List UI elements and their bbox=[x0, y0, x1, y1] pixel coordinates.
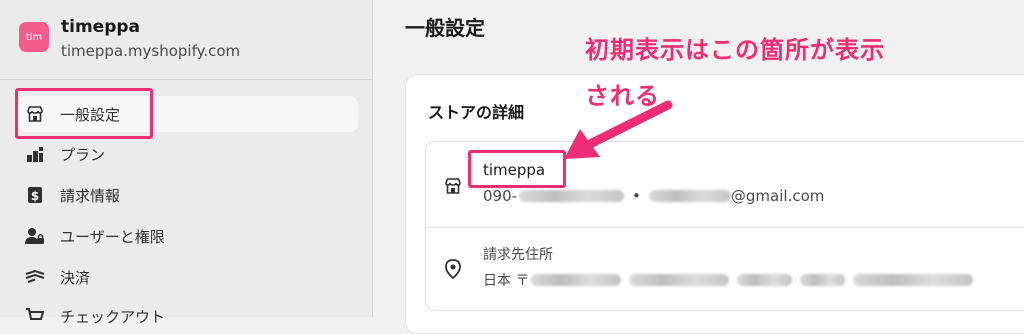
payments-icon bbox=[24, 266, 46, 288]
sidebar-item-label: ユーザーと権限 bbox=[60, 227, 165, 246]
store-domain: timeppa.myshopify.com bbox=[61, 42, 241, 60]
store-icon bbox=[24, 103, 46, 125]
billing-address-label: 請求先住所 bbox=[483, 247, 553, 263]
store-name: timeppa bbox=[61, 17, 141, 37]
address-redacted bbox=[853, 274, 974, 286]
location-pin-icon bbox=[444, 259, 462, 280]
store-icon bbox=[444, 177, 462, 195]
sidebar-item-label: 請求情報 bbox=[60, 186, 121, 205]
sidebar-item-label: プラン bbox=[60, 145, 106, 164]
annotation-arrow bbox=[564, 100, 673, 159]
sidebar-item-checkout[interactable]: チェックアウト bbox=[18, 298, 358, 334]
cart-icon bbox=[24, 305, 46, 327]
address-prefix: 日本 〒 bbox=[483, 273, 530, 289]
sidebar-item-label: 決済 bbox=[60, 268, 91, 287]
phone-redacted bbox=[519, 190, 625, 202]
page-title: 一般設定 bbox=[405, 16, 485, 40]
billing-dollar-icon: $ bbox=[24, 184, 46, 206]
address-redacted bbox=[800, 274, 846, 286]
store-details-card: ストアの詳細 timeppa 090- • @gmail.com 請求先住所 日… bbox=[405, 74, 1024, 334]
sidebar: tim timeppa timeppa.myshopify.com 一般設定 プ… bbox=[0, 0, 373, 326]
address-redacted bbox=[737, 274, 793, 286]
svg-text:$: $ bbox=[31, 189, 39, 203]
sidebar-item-plan[interactable]: プラン bbox=[18, 136, 358, 172]
card-title: ストアの詳細 bbox=[428, 103, 525, 122]
email-suffix: @gmail.com bbox=[730, 187, 825, 205]
store-switcher[interactable]: tim timeppa timeppa.myshopify.com bbox=[0, 0, 372, 80]
plan-chart-icon bbox=[24, 143, 46, 165]
email-redacted bbox=[648, 190, 731, 202]
users-icon bbox=[24, 225, 46, 247]
sidebar-item-payments[interactable]: 決済 bbox=[18, 259, 358, 295]
store-avatar: tim bbox=[19, 22, 49, 52]
annotation-line-1: 初期表示はこの箇所が表示 bbox=[585, 36, 885, 64]
store-name-value: timeppa bbox=[483, 161, 546, 179]
sidebar-item-users[interactable]: ユーザーと権限 bbox=[18, 218, 358, 254]
sidebar-item-billing[interactable]: $ 請求情報 bbox=[18, 177, 358, 213]
divider bbox=[426, 227, 1024, 228]
sidebar-item-general[interactable]: 一般設定 bbox=[18, 96, 358, 132]
store-details-panel[interactable]: timeppa 090- • @gmail.com 請求先住所 日本 〒 bbox=[425, 141, 1024, 311]
billing-address-value: 日本 〒 bbox=[483, 270, 974, 290]
contact-separator: • bbox=[632, 187, 641, 205]
address-redacted bbox=[629, 274, 730, 286]
sidebar-item-label: 一般設定 bbox=[60, 105, 121, 124]
phone-prefix: 090- bbox=[483, 187, 518, 205]
postal-redacted bbox=[531, 274, 622, 286]
sidebar-item-label: チェックアウト bbox=[60, 307, 166, 326]
store-contact: 090- • @gmail.com bbox=[483, 187, 824, 205]
